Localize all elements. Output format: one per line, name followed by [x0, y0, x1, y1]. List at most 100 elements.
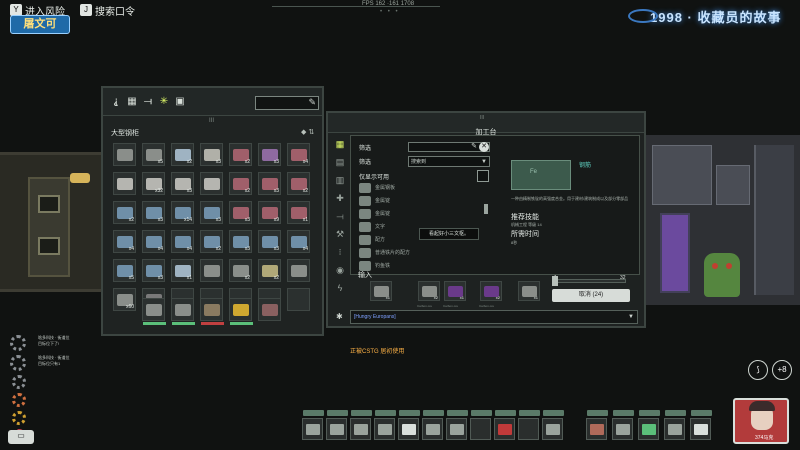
recipe-item[interactable]: 普通铁片的配方: [359, 247, 485, 259]
inventory-resize-handle[interactable]: III: [209, 118, 214, 124]
bonus-counter-button[interactable]: +8: [772, 360, 792, 380]
category-ammo-icon[interactable]: ⁝: [334, 247, 346, 258]
inventory-slot[interactable]: x4: [171, 230, 194, 253]
inventory-slot[interactable]: x2: [229, 143, 252, 166]
owner-select[interactable]: [Hungry Europans] ▼: [350, 310, 638, 324]
inventory-slot[interactable]: x1: [171, 259, 194, 282]
inventory-slot[interactable]: [113, 172, 136, 195]
recipe-filter-input[interactable]: ✎ ✕: [408, 142, 490, 152]
ingredient-slot[interactable]: x1: [518, 281, 540, 301]
inventory-slot[interactable]: x2: [287, 172, 310, 195]
inventory-slot[interactable]: x3: [258, 230, 281, 253]
cancel-craft-button[interactable]: 取消 (24): [552, 289, 630, 302]
ingredient-slot[interactable]: x1: [370, 281, 392, 301]
category-electrical-icon[interactable]: ϟ: [334, 283, 346, 294]
star-icon[interactable]: ✳: [159, 97, 169, 107]
inventory-slot[interactable]: x3: [142, 201, 165, 224]
chat-button[interactable]: ▭: [8, 430, 34, 444]
category-equipment-icon[interactable]: ▥: [334, 175, 346, 186]
inventory-slot[interactable]: x5: [113, 259, 136, 282]
category-weapon-icon[interactable]: ⟞: [334, 211, 346, 222]
only-available-checkbox[interactable]: [477, 170, 489, 182]
inventory-slot[interactable]: [287, 259, 310, 282]
inventory-slot[interactable]: x4: [287, 143, 310, 166]
hotbar-slot[interactable]: [690, 410, 712, 440]
inventory-slot[interactable]: x14: [171, 201, 194, 224]
fabricator-drag-handle[interactable]: III: [480, 115, 484, 121]
inventory-slot[interactable]: [287, 288, 310, 311]
hotbar-slot[interactable]: [494, 410, 516, 440]
clear-filter-icon[interactable]: ✕: [479, 142, 489, 152]
inventory-slot[interactable]: x4: [142, 230, 165, 253]
hotbar-slot[interactable]: [422, 410, 444, 440]
inventory-slot[interactable]: x3: [200, 143, 223, 166]
inventory-slot[interactable]: x4: [113, 230, 136, 253]
inventory-slot[interactable]: x5: [142, 143, 165, 166]
inventory-slot[interactable]: x4: [287, 230, 310, 253]
grid-icon[interactable]: ▦: [127, 97, 137, 107]
hotbar-slot[interactable]: [470, 410, 492, 440]
sort-merge-icon[interactable]: ◆ ⇅: [301, 128, 314, 136]
inventory-slot[interactable]: x1: [287, 201, 310, 224]
recipe-item[interactable]: 金属钢板: [359, 182, 485, 194]
gear-icon[interactable]: [12, 393, 26, 407]
recipe-item[interactable]: 金属锭: [359, 195, 485, 207]
category-material-icon[interactable]: ▤: [334, 157, 346, 168]
recipe-item[interactable]: 金属锭: [359, 208, 485, 220]
quantity-slider-knob[interactable]: [552, 276, 558, 286]
sort-select[interactable]: 搜索到 ▼: [408, 156, 490, 167]
hotbar-slot[interactable]: [302, 410, 324, 440]
inventory-slot[interactable]: x2: [200, 230, 223, 253]
player-portrait[interactable]: 374马克: [733, 398, 789, 444]
hotbar-slot[interactable]: [398, 410, 420, 440]
hotbar-slot[interactable]: [542, 410, 564, 440]
hud-button-search[interactable]: J 搜索口令: [76, 3, 139, 18]
inventory-slot[interactable]: x2: [229, 172, 252, 195]
inventory-search-input[interactable]: ✎: [255, 96, 319, 110]
inventory-slot[interactable]: x2: [171, 143, 194, 166]
inventory-slot[interactable]: x2: [113, 201, 136, 224]
inventory-slot[interactable]: [113, 143, 136, 166]
hotbar-slot[interactable]: [350, 410, 372, 440]
category-misc-icon[interactable]: ◉: [334, 265, 346, 276]
rifle-icon[interactable]: ⟞: [143, 97, 153, 107]
equip-slot[interactable]: [258, 298, 281, 321]
inventory-slot[interactable]: x3: [229, 201, 252, 224]
inventory-slot[interactable]: x2: [229, 259, 252, 282]
equip-slot[interactable]: [142, 298, 166, 325]
hotbar-slot[interactable]: [664, 410, 686, 440]
hotbar-slot[interactable]: [518, 410, 540, 440]
ingredient-slot[interactable]: x2 Carbon ore: [417, 281, 440, 308]
equip-slot[interactable]: [171, 298, 195, 325]
hotbar-slot[interactable]: [638, 410, 660, 440]
inventory-slot[interactable]: x3: [200, 201, 223, 224]
inventory-slot[interactable]: x3: [229, 230, 252, 253]
inventory-slot[interactable]: x9: [258, 201, 281, 224]
equip-slot[interactable]: [200, 298, 224, 325]
ammo-icon[interactable]: ⟆: [748, 360, 768, 380]
recipe-scrollbar[interactable]: [484, 204, 488, 214]
inventory-slot[interactable]: x3: [258, 172, 281, 195]
hotbar-slot[interactable]: [446, 410, 468, 440]
ingredient-slot[interactable]: x1 Carbon ore: [443, 281, 466, 308]
inventory-slot[interactable]: x2: [258, 259, 281, 282]
medkit-icon[interactable]: ▣: [175, 97, 185, 107]
inventory-slot[interactable]: x60: [113, 288, 136, 311]
wrench-icon[interactable]: ⸘: [111, 97, 121, 107]
category-medical-icon[interactable]: ✚: [334, 193, 346, 204]
category-all-icon[interactable]: ▦: [334, 139, 346, 150]
hotbar-slot[interactable]: [374, 410, 396, 440]
hotbar-slot[interactable]: [326, 410, 348, 440]
ingredient-slot[interactable]: x2 Carbon ore: [479, 281, 502, 308]
recipe-item[interactable]: 钓鱼铁: [359, 260, 485, 272]
inventory-slot[interactable]: x3: [142, 259, 165, 282]
inventory-slot[interactable]: [200, 259, 223, 282]
hotbar-slot[interactable]: [586, 410, 608, 440]
inventory-slot[interactable]: x32: [142, 172, 165, 195]
equip-slot[interactable]: [229, 298, 253, 325]
category-tool-icon[interactable]: ⚒: [334, 229, 346, 240]
quantity-slider[interactable]: [552, 276, 626, 286]
inventory-slot[interactable]: x3: [258, 143, 281, 166]
gear-icon[interactable]: [12, 375, 26, 389]
inventory-slot[interactable]: [200, 172, 223, 195]
